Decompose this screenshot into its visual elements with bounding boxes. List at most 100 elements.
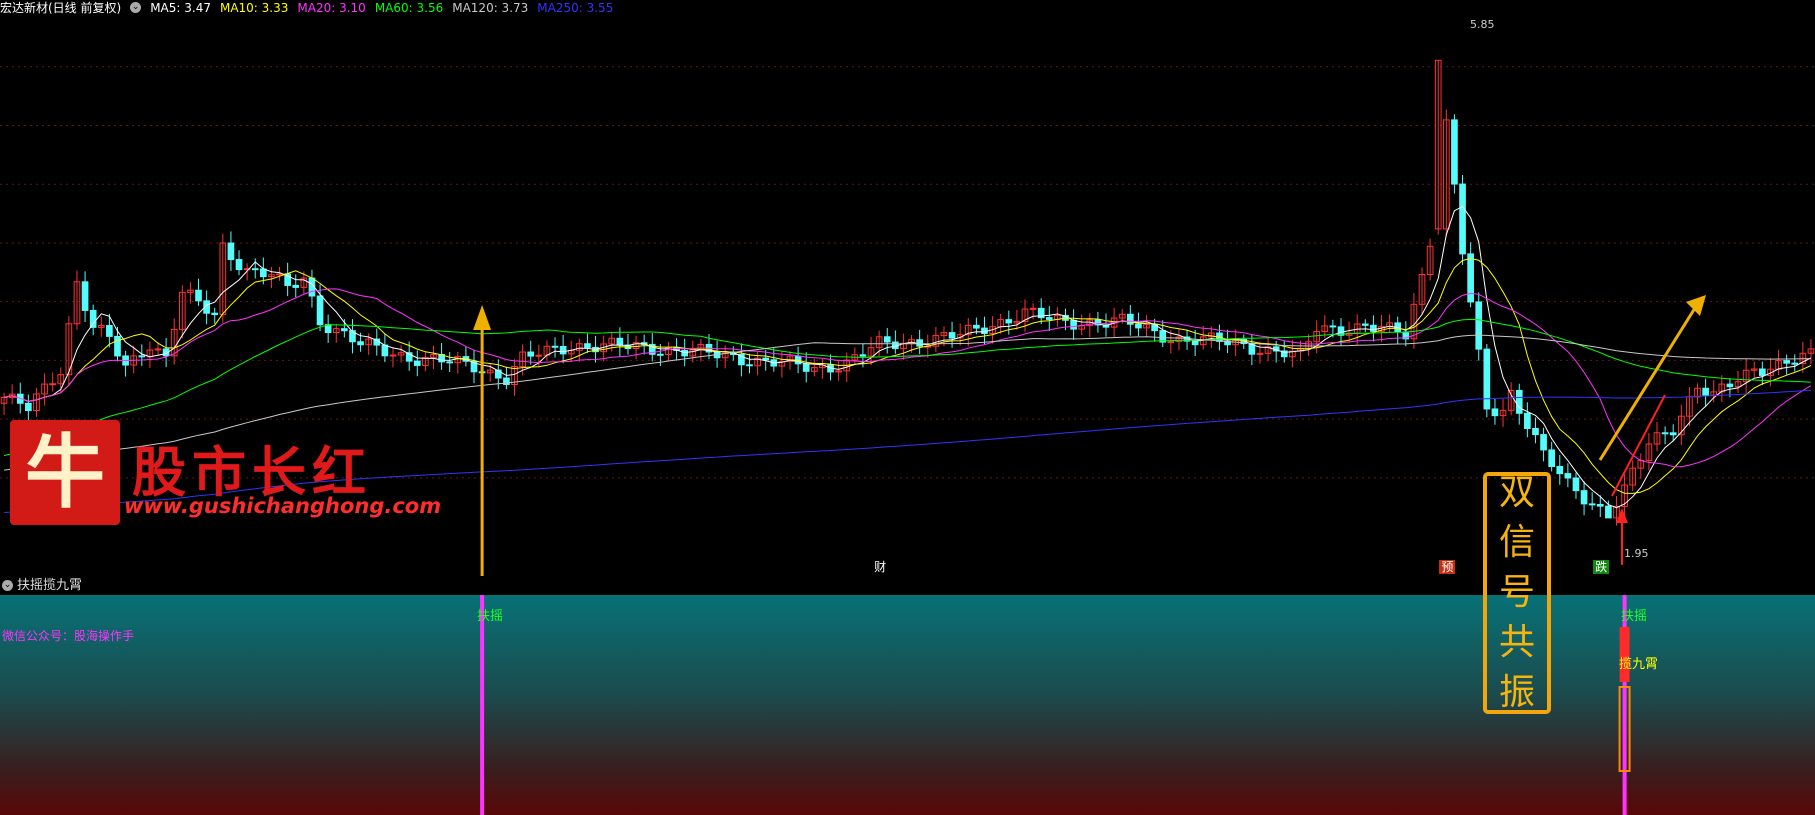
candle-body — [1532, 428, 1539, 436]
candle-body — [381, 344, 389, 357]
wechat-label: 微信公众号：股海操作手 — [2, 629, 135, 643]
indicator-title: 扶摇揽九霄 — [17, 578, 83, 593]
callout-char-3: 号 — [1498, 572, 1535, 613]
candle-body — [981, 327, 988, 334]
candle-body — [559, 346, 567, 355]
candle-body — [138, 355, 146, 358]
candle-body — [211, 312, 219, 316]
resonance-callout: 双 信 号 共 振 — [1483, 472, 1551, 714]
logo-char: 牛 — [25, 425, 105, 519]
candle-body — [1540, 434, 1547, 451]
candle-body — [746, 364, 753, 367]
callout-char-2: 信 — [1498, 522, 1535, 563]
candle-body — [1361, 323, 1369, 326]
candle-body — [1783, 360, 1790, 364]
candle-body — [106, 325, 113, 337]
candle-body — [1491, 408, 1499, 417]
candle-body — [49, 383, 57, 386]
bottom-arrow-red-head — [1616, 508, 1628, 523]
candle-body — [260, 268, 267, 278]
candle-body — [1758, 368, 1766, 376]
candle-body — [1580, 490, 1588, 505]
candle-body — [1070, 319, 1077, 330]
legend-ma5: MA5: 3.47 — [150, 1, 211, 15]
watermark-logo: 牛 — [10, 420, 120, 525]
candle-body — [1029, 307, 1037, 310]
candle-body — [657, 353, 664, 356]
candle-body — [616, 337, 624, 346]
watermark-url: www.gushichanghong.com — [124, 494, 442, 518]
candle-body — [1167, 341, 1175, 344]
candle-body — [1451, 119, 1458, 185]
event-marker-2[interactable]: 跌 — [1593, 560, 1610, 574]
signal-bar-0 — [480, 595, 485, 815]
trend-arrow-yellow — [1598, 307, 1697, 461]
candle-body — [1370, 324, 1377, 332]
candle-body — [1005, 319, 1013, 324]
candle-body — [1045, 317, 1053, 320]
candle-body — [1524, 412, 1531, 430]
candle-body — [1467, 253, 1474, 303]
candle-body — [527, 351, 535, 357]
low-price-label: 1.95 — [1624, 547, 1649, 560]
event-marker-0[interactable]: 财 — [872, 560, 889, 574]
candle-body — [25, 402, 32, 412]
candle-body — [681, 349, 689, 357]
candle-body — [535, 354, 543, 357]
indicator-toggle-icon[interactable]: ⌄ — [2, 580, 13, 591]
high-price-label: 5.85 — [1470, 18, 1495, 31]
candle-body — [276, 273, 283, 276]
candle-body — [446, 361, 454, 364]
candle-body — [883, 336, 891, 343]
candle-body — [1572, 477, 1580, 492]
candle-body — [1702, 387, 1709, 396]
legend-ma10: MA10: 3.33 — [219, 1, 289, 15]
trend-arrow-yellow-head — [1686, 295, 1706, 316]
candle-body — [292, 284, 300, 288]
candle-body — [195, 289, 202, 302]
candle-body — [859, 354, 867, 357]
legend-ma20: MA20: 3.10 — [297, 1, 366, 15]
candle-body — [357, 341, 364, 346]
callout-char-4: 共 — [1498, 622, 1535, 663]
candle-body — [802, 363, 810, 372]
signal-arrow-head — [473, 305, 492, 330]
candle-body — [1135, 323, 1142, 329]
candle-body — [316, 295, 324, 326]
candle-body — [1596, 503, 1604, 507]
candle-body — [81, 281, 89, 311]
candle-body — [762, 357, 770, 361]
candle-body — [1588, 503, 1596, 506]
legend-ma120: MA120: 3.73 — [452, 1, 529, 15]
legend-ma60: MA60: 3.56 — [374, 1, 444, 15]
callout-char-5: 振 — [1498, 672, 1535, 713]
candle-body — [1459, 183, 1466, 255]
candle-body — [1556, 465, 1564, 475]
candle-body — [413, 360, 421, 366]
candle-body — [251, 268, 259, 271]
candle-body — [551, 345, 559, 348]
candle-body — [1661, 432, 1669, 435]
collapse-icon[interactable]: ⌄ — [130, 2, 142, 13]
candle-body — [948, 332, 956, 339]
candle-body — [584, 343, 591, 348]
signal-label-2: 扶摇 — [1621, 609, 1648, 624]
candle-body — [227, 242, 235, 261]
candle-body — [389, 354, 397, 357]
candle-body — [1515, 389, 1523, 414]
candle-body — [1726, 383, 1734, 388]
legend-ma250: MA250: 3.55 — [537, 1, 614, 15]
candle-body — [1564, 473, 1572, 479]
candle-body — [1791, 362, 1799, 365]
candle-body — [916, 339, 923, 347]
candle-body — [1256, 352, 1264, 355]
event-marker-1[interactable]: 预 — [1439, 560, 1456, 574]
candle-body — [114, 335, 121, 357]
candle-body — [1548, 449, 1555, 467]
signal-label-3: 揽九霄 — [1619, 657, 1659, 672]
ma-legend: 宏达新材(日线 前复权) ⌄ MA5: 3.47 MA10: 3.33 MA20… — [0, 0, 613, 16]
candle-body — [1483, 348, 1491, 410]
candle-body — [89, 309, 97, 328]
candle-body — [1605, 505, 1612, 519]
candle-body — [235, 259, 243, 271]
